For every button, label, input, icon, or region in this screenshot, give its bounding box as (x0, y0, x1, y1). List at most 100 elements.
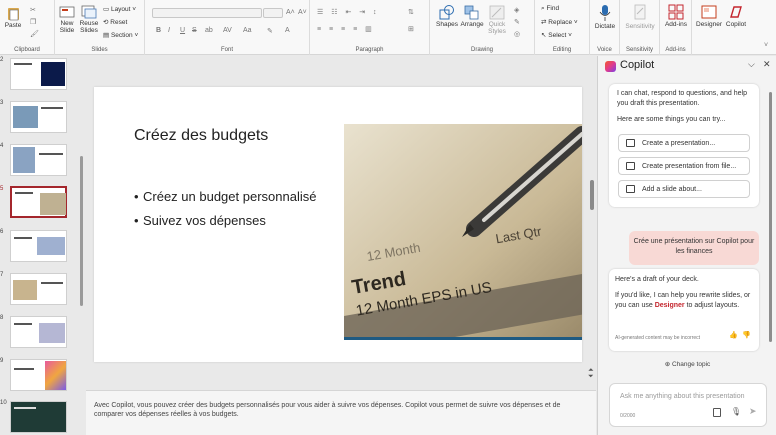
slides-label: Slides (91, 47, 108, 53)
shadow-icon[interactable]: ab (205, 27, 213, 34)
slide-photo[interactable]: 12 Month Last Qtr Trend 12 Month EPS in … (344, 124, 582, 340)
list-icons[interactable]: ☰ ☷ ⇤ ⇥ ↕ (317, 8, 380, 16)
shape-fill-icon[interactable]: ◈ (514, 6, 519, 14)
thumb-image (41, 62, 65, 86)
font-color-icon[interactable]: A (285, 27, 290, 34)
copilot-logo-icon (605, 61, 616, 72)
change-topic-button[interactable]: ⊕ Change topic (598, 360, 776, 368)
thumb-text (14, 63, 32, 65)
suggestion-create-from-file[interactable]: Create presentation from file... (618, 157, 750, 175)
sensitivity-button[interactable]: Sensitivity (622, 4, 658, 30)
shapes-icon (439, 5, 454, 20)
font-group: A˄ A˅ B I U S ab AV Aa ✎ A Font (145, 0, 310, 55)
addins-label: Add-ins (665, 47, 686, 53)
voice-label: Voice (597, 47, 612, 53)
text-direction-icon[interactable]: ⇅ (408, 8, 414, 16)
replace-button[interactable]: ⇄ Replace ˅ (541, 18, 578, 26)
send-icon[interactable]: ➤ (749, 406, 757, 417)
thumb-text (14, 368, 34, 370)
suggestion-create-presentation[interactable]: Create a presentation... (618, 134, 750, 152)
designer-button[interactable]: Designer (696, 4, 722, 28)
quick-styles-button[interactable]: Quick Styles (486, 5, 508, 35)
thumb-text (39, 153, 63, 155)
slide-icon (626, 185, 635, 193)
thumb-text (15, 192, 33, 194)
close-icon[interactable]: ✕ (763, 59, 771, 70)
slide-canvas[interactable]: Créez des budgets Créez un budget person… (94, 87, 582, 362)
slide-bullets[interactable]: Créez un budget personnalisé Suivez vos … (134, 186, 334, 234)
slide-thumbnail[interactable] (10, 316, 67, 348)
slide-thumbnail[interactable] (10, 230, 67, 262)
bold-button[interactable]: B (156, 27, 161, 34)
thumb-text (14, 237, 32, 239)
slide-thumbnail[interactable] (10, 101, 67, 133)
attach-icon[interactable] (713, 408, 721, 417)
sensitivity-icon (634, 4, 646, 20)
shape-effects-icon[interactable]: ◎ (514, 30, 520, 38)
thumb-text (14, 407, 36, 409)
reply-text-2: If you'd like, I can help you rewrite sl… (615, 292, 751, 309)
slide-nav-arrows[interactable]: ⏶ ⏷ (588, 367, 594, 380)
select-button[interactable]: ↖ Select ˅ (541, 31, 572, 39)
designer-link[interactable]: Designer (655, 302, 685, 309)
drawing-group: Shapes Arrange Quick Styles ◈ ✎ ◎ Drawin… (430, 0, 535, 55)
copilot-scrollbar[interactable] (769, 92, 772, 342)
thumbnails-scrollbar[interactable] (80, 156, 83, 306)
thumb-number: 2 (0, 57, 4, 63)
thumb-number: 6 (0, 229, 4, 235)
layout-button[interactable]: ▭ Layout ˅ (103, 5, 136, 13)
italic-button[interactable]: I (168, 27, 170, 34)
copy-icon[interactable]: ❐ (30, 18, 36, 26)
slide-thumbnail[interactable] (10, 58, 67, 90)
align-icons[interactable]: ≡ ≡ ≡ ≡ ▥ (317, 25, 375, 33)
strikethrough-button[interactable]: S (192, 27, 197, 34)
font-label: Font (220, 47, 233, 53)
copilot-title: Copilot (620, 59, 655, 71)
bullet-item: Suivez vos dépenses (134, 210, 334, 231)
slide-title[interactable]: Créez des budgets (134, 127, 268, 145)
smartart-icon[interactable]: ⊞ (408, 25, 414, 33)
thumbs-down-icon[interactable]: 👎 (742, 331, 751, 341)
slide-thumbnail[interactable] (10, 273, 67, 305)
reuse-slides-icon (81, 5, 97, 19)
highlight-icon[interactable]: ✎ (267, 27, 273, 35)
font-shrink-icon[interactable]: A˅ (298, 9, 307, 16)
thumbs-up-icon[interactable]: 👍 (729, 331, 738, 341)
slide-thumbnail[interactable] (10, 359, 67, 391)
thumb-number: 8 (0, 315, 4, 321)
slide-thumbnail-selected[interactable] (10, 186, 67, 218)
font-size-field[interactable] (263, 8, 283, 18)
section-button[interactable]: ▤ Section ˅ (103, 31, 138, 39)
addins-button[interactable]: Add-ins (662, 4, 690, 28)
shapes-button[interactable]: Shapes (436, 5, 458, 28)
underline-button[interactable]: U (180, 27, 185, 34)
font-grow-icon[interactable]: A˄ (286, 9, 295, 16)
dictate-button[interactable]: Dictate (592, 4, 618, 30)
char-spacing-icon[interactable]: AV (223, 27, 232, 34)
paragraph-group: ☰ ☷ ⇤ ⇥ ↕ ≡ ≡ ≡ ≡ ▥ ⇅ ⊞ Paragraph (310, 0, 430, 55)
thumb-number: 3 (0, 100, 4, 106)
paste-button[interactable]: Paste (4, 6, 22, 29)
chevron-down-icon[interactable]: ⌵ (748, 59, 755, 70)
file-icon (626, 162, 635, 170)
slide-thumbnail[interactable] (10, 401, 67, 433)
suggestion-add-slide[interactable]: Add a slide about... (618, 180, 750, 198)
ribbon-collapse-icon[interactable]: ˅ (764, 42, 768, 49)
format-painter-icon[interactable]: 🖌 (30, 30, 39, 38)
find-button[interactable]: ⌕ Find (541, 5, 559, 13)
reset-button[interactable]: ⟲ Reset (103, 18, 127, 26)
thumb-image (39, 323, 65, 343)
speaker-notes[interactable]: Avec Copilot, vous pouvez créer des budg… (86, 390, 596, 435)
font-name-field[interactable] (152, 8, 262, 18)
cut-icon[interactable]: ✂ (30, 6, 36, 14)
copilot-input[interactable]: Ask me anything about this presentation … (609, 383, 767, 427)
microphone-icon[interactable]: 🎙 (731, 407, 741, 416)
slide-thumbnail[interactable] (10, 144, 67, 176)
slide-scrollbar[interactable] (590, 180, 594, 210)
shape-outline-icon[interactable]: ✎ (514, 18, 520, 26)
copilot-ribbon-button[interactable]: Copilot (723, 4, 749, 28)
arrange-button[interactable]: Arrange (460, 5, 484, 28)
change-case-icon[interactable]: Aa (243, 27, 252, 34)
new-slide-button[interactable]: New Slide (57, 5, 77, 34)
reuse-slides-button[interactable]: Reuse Slides (79, 5, 99, 34)
